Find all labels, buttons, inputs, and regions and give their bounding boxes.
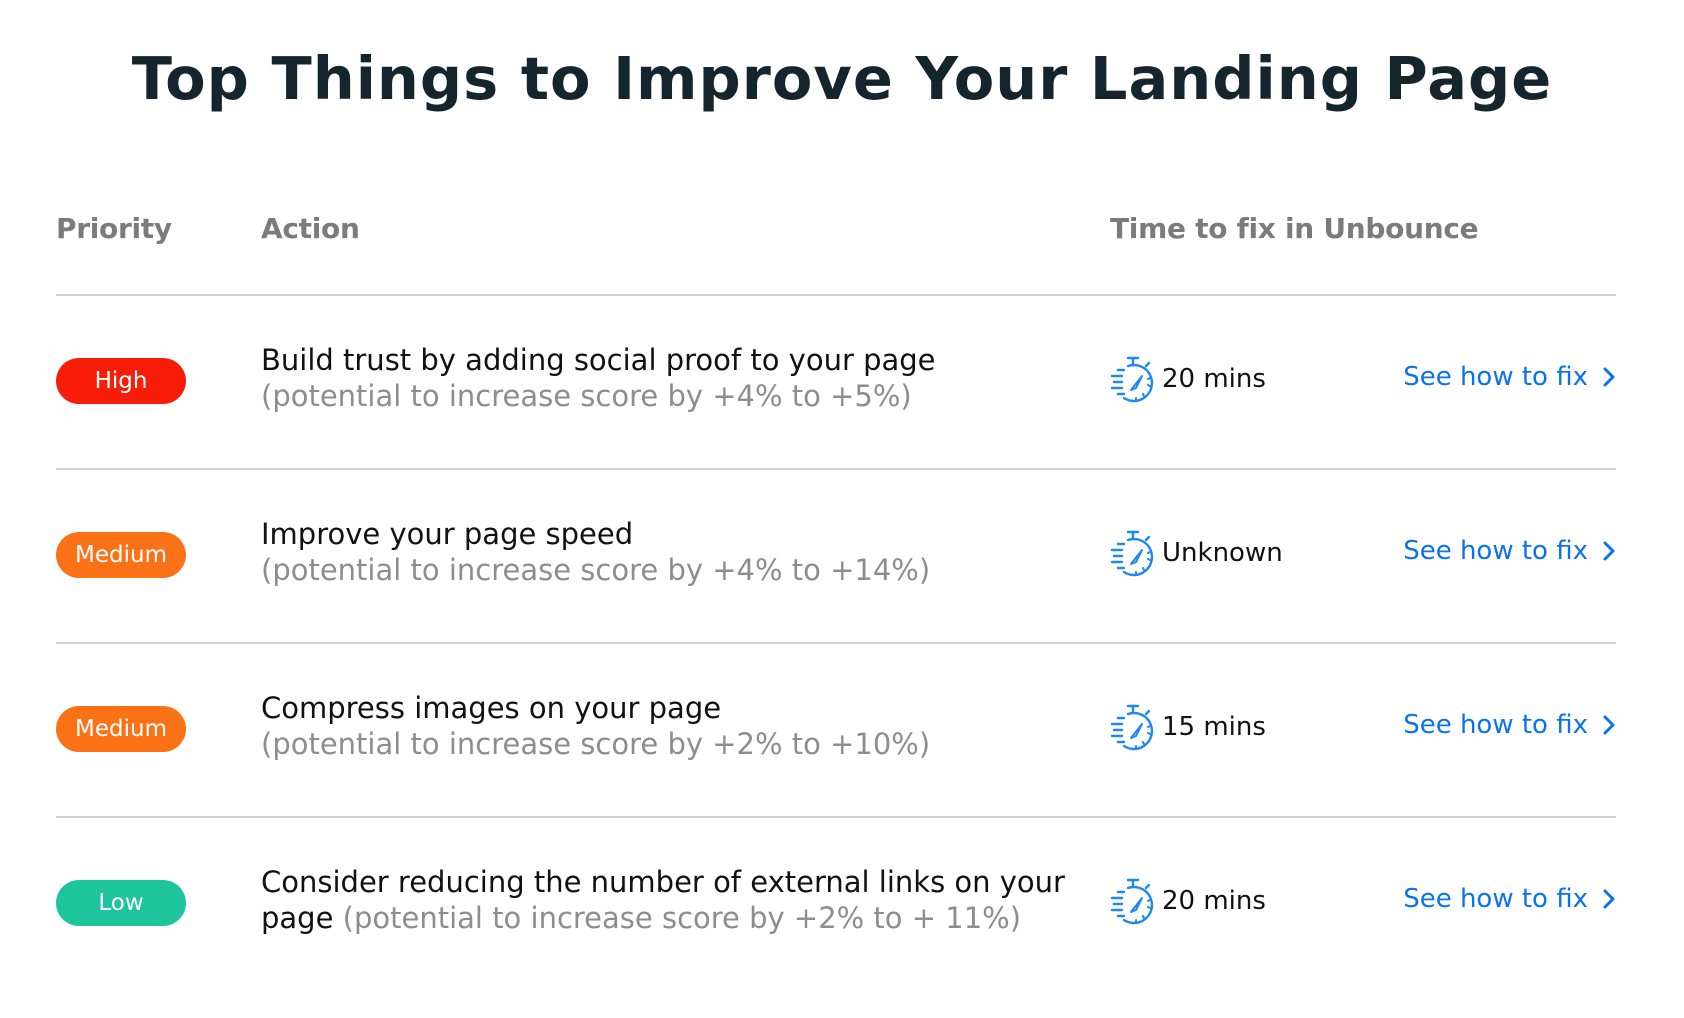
priority-badge-low: Low <box>56 880 186 926</box>
table-body: High Build trust by adding social proof … <box>56 296 1616 992</box>
time-to-fix: 15 mins <box>1110 702 1266 752</box>
page: Top Things to Improve Your Landing Page … <box>0 0 1684 1018</box>
table-row: Medium Improve your page speed (potential… <box>56 470 1616 644</box>
chevron-right-icon <box>1603 541 1615 561</box>
stopwatch-icon <box>1110 878 1154 925</box>
action-title: Compress images on your page <box>261 691 722 725</box>
time-value: 15 mins <box>1162 712 1266 742</box>
time-to-fix: 20 mins <box>1110 354 1266 404</box>
action-text: Improve your page speed (potential to inc… <box>261 516 1091 588</box>
chevron-right-icon <box>1603 889 1615 909</box>
page-title: Top Things to Improve Your Landing Page <box>131 44 1553 113</box>
action-potential: (potential to increase score by +4% to +… <box>261 379 912 413</box>
action-text: Consider reducing the number of external… <box>261 864 1091 936</box>
action-text: Build trust by adding social proof to yo… <box>261 342 1091 414</box>
table-row: Medium Compress images on your page (pote… <box>56 644 1616 818</box>
chevron-right-icon <box>1603 715 1615 735</box>
header-time-to-fix: Time to fix in Unbounce <box>1110 212 1479 245</box>
header-priority: Priority <box>56 212 172 245</box>
stopwatch-icon <box>1110 356 1154 403</box>
stopwatch-icon <box>1110 704 1154 751</box>
action-potential: (potential to increase score by +2% to +… <box>261 727 931 761</box>
time-value: 20 mins <box>1162 364 1266 394</box>
action-title: Improve your page speed <box>261 517 634 551</box>
see-how-to-fix-label: See how to fix <box>1403 884 1588 914</box>
priority-badge-high: High <box>56 358 186 404</box>
priority-badge-medium: Medium <box>56 532 186 578</box>
action-potential: (potential to increase score by +4% to +… <box>261 553 931 587</box>
priority-badge-medium: Medium <box>56 706 186 752</box>
see-how-to-fix-label: See how to fix <box>1403 710 1588 740</box>
action-text: Compress images on your page (potential t… <box>261 690 1091 762</box>
improvements-table: Priority Action Time to fix in Unbounce … <box>56 200 1616 992</box>
chevron-right-icon <box>1603 367 1615 387</box>
time-value: Unknown <box>1162 538 1283 568</box>
action-title: Build trust by adding social proof to yo… <box>261 343 936 377</box>
table-header: Priority Action Time to fix in Unbounce <box>56 200 1616 296</box>
time-to-fix: Unknown <box>1110 528 1283 578</box>
see-how-to-fix-link[interactable]: See how to fix <box>1403 710 1616 740</box>
see-how-to-fix-link[interactable]: See how to fix <box>1403 362 1616 392</box>
see-how-to-fix-label: See how to fix <box>1403 536 1588 566</box>
see-how-to-fix-label: See how to fix <box>1403 362 1588 392</box>
stopwatch-icon <box>1110 530 1154 577</box>
action-potential: (potential to increase score by +2% to +… <box>342 901 1022 935</box>
time-value: 20 mins <box>1162 886 1266 916</box>
time-to-fix: 20 mins <box>1110 876 1266 926</box>
table-row: Low Consider reducing the number of exte… <box>56 818 1616 992</box>
table-row: High Build trust by adding social proof … <box>56 296 1616 470</box>
see-how-to-fix-link[interactable]: See how to fix <box>1403 536 1616 566</box>
see-how-to-fix-link[interactable]: See how to fix <box>1403 884 1616 914</box>
header-action: Action <box>261 212 360 245</box>
